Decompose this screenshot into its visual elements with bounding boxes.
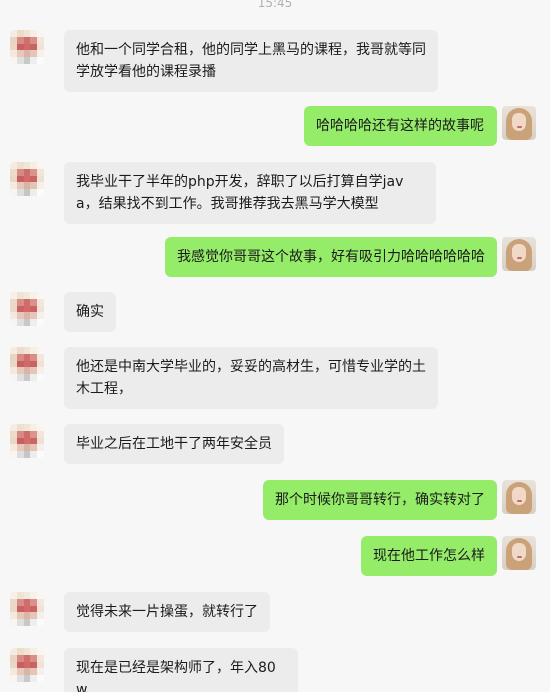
message-timestamp: 15:45 bbox=[257, 0, 293, 10]
incoming-message-bubble[interactable]: 他还是中南大学毕业的，妥妥的高材生，可惜专业学的土木工程， bbox=[64, 347, 438, 409]
mosaic-avatar-icon[interactable] bbox=[10, 162, 44, 196]
mosaic-avatar-icon[interactable] bbox=[10, 424, 44, 458]
incoming-message-bubble[interactable]: 现在是已经是架构师了，年入80w bbox=[64, 648, 298, 692]
outgoing-message-bubble[interactable]: 现在他工作怎么样 bbox=[361, 536, 497, 576]
incoming-message-bubble[interactable]: 他和一个同学合租，他的同学上黑马的课程，我哥就等同学放学看他的课程录播 bbox=[64, 30, 438, 92]
incoming-message-bubble[interactable]: 觉得未来一片操蛋，就转行了 bbox=[64, 592, 270, 632]
mosaic-avatar-icon[interactable] bbox=[10, 592, 44, 626]
girl-avatar-icon[interactable] bbox=[502, 237, 536, 271]
incoming-message-bubble[interactable]: 毕业之后在工地干了两年安全员 bbox=[64, 424, 284, 464]
mosaic-avatar-icon[interactable] bbox=[10, 648, 44, 682]
chat-window: 15:45 他和一个同学合租，他的同学上黑马的课程，我哥就等同学放学看他的课程录… bbox=[0, 0, 550, 692]
outgoing-message-bubble[interactable]: 那个时候你哥哥转行，确实转对了 bbox=[263, 480, 497, 520]
mosaic-avatar-icon[interactable] bbox=[10, 292, 44, 326]
incoming-message-bubble[interactable]: 我毕业干了半年的php开发，辞职了以后打算自学java，结果找不到工作。我哥推荐… bbox=[64, 162, 436, 224]
incoming-message-bubble[interactable]: 确实 bbox=[64, 292, 116, 332]
mosaic-avatar-icon[interactable] bbox=[10, 347, 44, 381]
girl-avatar-icon[interactable] bbox=[502, 106, 536, 140]
outgoing-message-bubble[interactable]: 哈哈哈哈还有这样的故事呢 bbox=[304, 106, 497, 146]
outgoing-message-bubble[interactable]: 我感觉你哥哥这个故事，好有吸引力哈哈哈哈哈哈 bbox=[165, 237, 497, 277]
girl-avatar-icon[interactable] bbox=[502, 536, 536, 570]
mosaic-avatar-icon[interactable] bbox=[10, 30, 44, 64]
girl-avatar-icon[interactable] bbox=[502, 480, 536, 514]
